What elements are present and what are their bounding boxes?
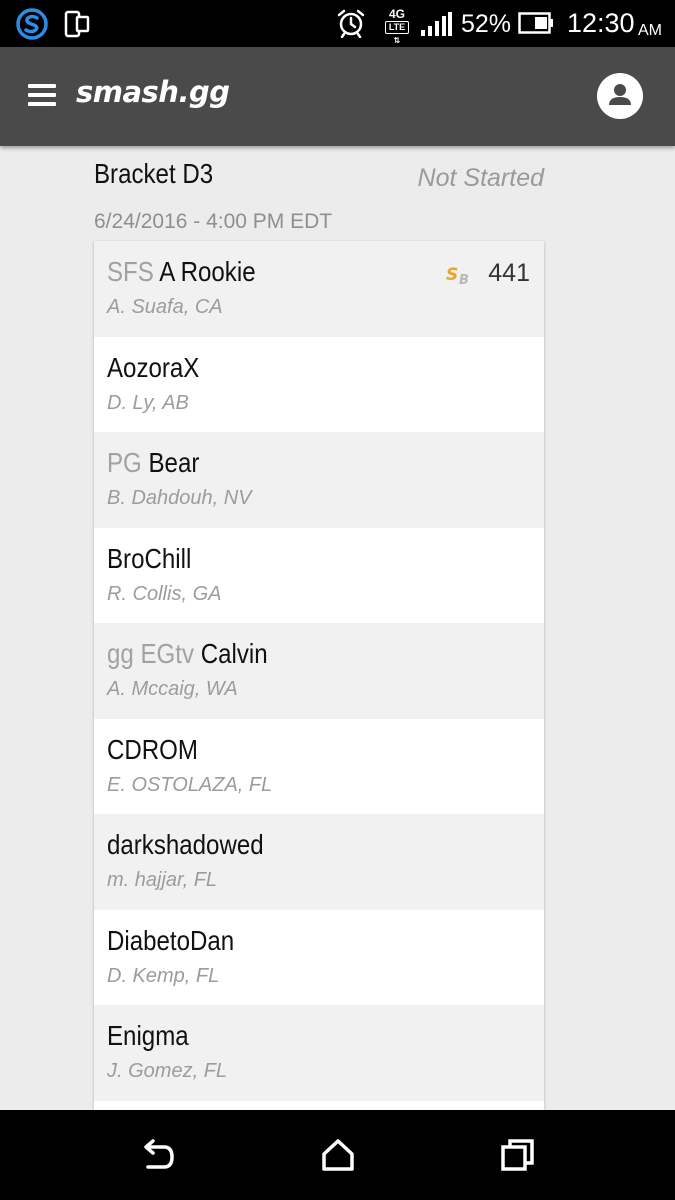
entrant-prefix: SFS xyxy=(107,256,154,287)
entrant-name: DiabetoDan xyxy=(107,925,234,957)
entrant-realname: D. Ly, AB xyxy=(107,391,189,414)
entrant-name: SFS A Rookie xyxy=(107,256,256,288)
entrant-gamertag: A Rookie xyxy=(159,256,256,287)
entrant-gamertag: AozoraX xyxy=(107,351,200,383)
entrant-realname: m. hajjar, FL xyxy=(107,869,218,891)
entrant-gamertag: DiabetoDan xyxy=(107,924,235,956)
user-avatar-button[interactable] xyxy=(597,73,643,119)
entrant-realname: A. Mccaig, WA xyxy=(107,678,238,700)
entrant-gamertag: Enigma xyxy=(107,1020,189,1051)
entrant-row[interactable]: CDROM E. OSTOLAZA, FL xyxy=(94,718,544,814)
svg-text:S: S xyxy=(446,265,458,285)
entrant-score: 441 xyxy=(488,259,530,287)
battery-percent: 52% xyxy=(461,10,512,38)
app-logo[interactable]: smash.gg xyxy=(76,75,230,109)
entrant-row[interactable]: AozoraX D. Ly, AB xyxy=(94,336,544,432)
entrant-name: darkshadowed xyxy=(107,829,264,861)
app-bar: smash.gg xyxy=(0,47,675,146)
entrant-row[interactable]: BroChill R. Collis, GA xyxy=(94,527,544,623)
entrant-gamertag: Calvin xyxy=(200,638,268,669)
entrant-realname: D. Kemp, FL xyxy=(107,964,220,987)
entrant-prefix: PG xyxy=(107,447,142,478)
bracket-date: 6/24/2016 - 4:00 PM EDT xyxy=(94,210,333,233)
back-icon[interactable] xyxy=(138,1137,178,1173)
entrant-name: BroChill xyxy=(107,543,191,575)
entrant-realname: R. Collis, GA xyxy=(107,582,222,605)
entrant-name: CDROM xyxy=(107,734,198,766)
clock-time: 12:30 xyxy=(567,8,635,38)
hamburger-menu-icon[interactable] xyxy=(24,80,60,110)
svg-text:B: B xyxy=(459,273,469,285)
home-icon[interactable] xyxy=(318,1137,358,1173)
entrant-realname: A. Suafa, CA xyxy=(107,296,223,318)
entrant-row[interactable]: SFS A Rookie A. Suafa, CA S B 441 xyxy=(94,241,544,337)
bracket-title: Bracket D3 xyxy=(94,158,214,189)
entrant-gamertag: Bear xyxy=(148,447,200,478)
entrant-name: Enigma xyxy=(107,1020,189,1052)
entrant-realname: J. Gomez, FL xyxy=(107,1060,228,1082)
entrant-gamertag: darkshadowed xyxy=(107,829,264,860)
entrant-prefix: gg EGtv xyxy=(107,638,195,669)
phone-sync-icon xyxy=(64,10,90,38)
entrant-realname: E. OSTOLAZA, FL xyxy=(107,773,273,796)
smashboards-badge-icon: S B xyxy=(446,265,469,285)
entrant-row[interactable]: PG Bear B. Dahdouh, NV xyxy=(94,432,544,528)
entrant-name: AozoraX xyxy=(107,352,199,384)
entrant-row[interactable]: Enigma J. Gomez, FL xyxy=(94,1005,544,1101)
entrant-row[interactable]: DiabetoDan D. Kemp, FL xyxy=(94,909,544,1005)
alarm-icon xyxy=(337,9,365,38)
entrant-list: SFS A Rookie A. Suafa, CA S B 441 Aozora… xyxy=(94,241,544,1111)
entrant-name: gg EGtv Calvin xyxy=(107,638,268,670)
entrant-gamertag: BroChill xyxy=(107,542,192,574)
bracket-status: Not Started xyxy=(417,164,544,192)
entrant-row[interactable]: gg EGtv Calvin A. Mccaig, WA xyxy=(94,623,544,719)
entrant-realname: B. Dahdouh, NV xyxy=(107,487,252,509)
entrant-name: PG Bear xyxy=(107,447,199,479)
entrant-row[interactable]: darkshadowed m. hajjar, FL xyxy=(94,814,544,910)
recents-icon[interactable] xyxy=(498,1137,538,1173)
clock-ampm: AM xyxy=(638,22,662,39)
lte-icon: 4G LTE ⇅ xyxy=(385,8,409,45)
app-s-icon xyxy=(16,8,48,40)
user-avatar-icon xyxy=(609,84,631,105)
status-bar: 4G LTE ⇅ 52% 12:30 AM xyxy=(0,0,675,47)
battery-icon xyxy=(518,12,553,34)
system-nav-bar xyxy=(0,1110,675,1200)
entrant-gamertag: CDROM xyxy=(107,733,198,765)
signal-icon xyxy=(421,12,452,36)
